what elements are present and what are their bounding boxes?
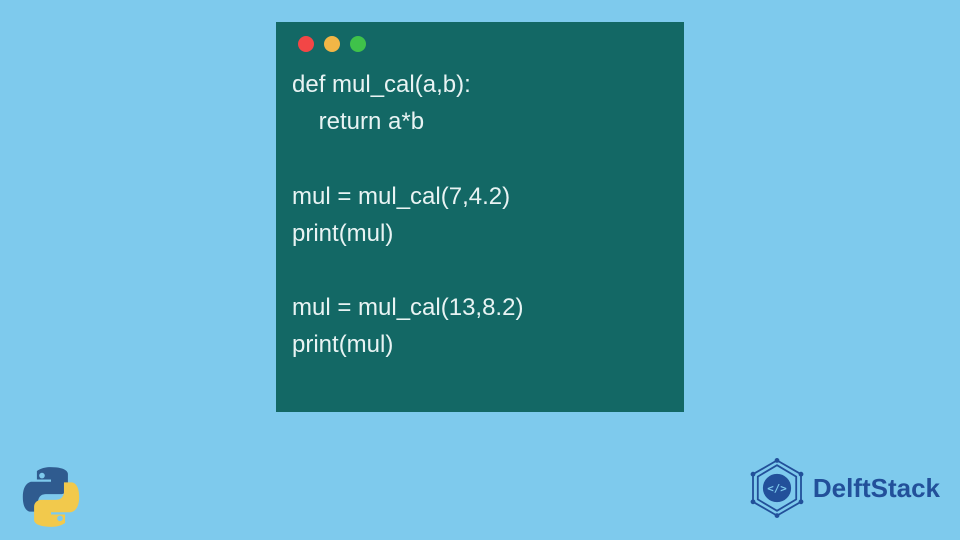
code-window: def mul_cal(a,b): return a*b mul = mul_c…: [276, 22, 684, 412]
code-line: return a*b: [292, 108, 424, 135]
brand-badge: </> DelftStack: [747, 458, 940, 518]
python-logo-icon: [20, 466, 82, 528]
close-icon: [298, 36, 314, 52]
code-line: def mul_cal(a,b):: [292, 71, 471, 98]
delftstack-logo-icon: </>: [747, 458, 807, 518]
maximize-icon: [350, 36, 366, 52]
code-line: print(mul): [292, 220, 393, 247]
code-line: print(mul): [292, 331, 393, 358]
minimize-icon: [324, 36, 340, 52]
code-line: mul = mul_cal(7,4.2): [292, 183, 510, 210]
code-snippet: def mul_cal(a,b): return a*b mul = mul_c…: [292, 66, 668, 364]
code-line: mul = mul_cal(13,8.2): [292, 294, 523, 321]
window-traffic-lights: [292, 36, 668, 52]
svg-text:</>: </>: [767, 482, 787, 495]
brand-name: DelftStack: [813, 473, 940, 504]
